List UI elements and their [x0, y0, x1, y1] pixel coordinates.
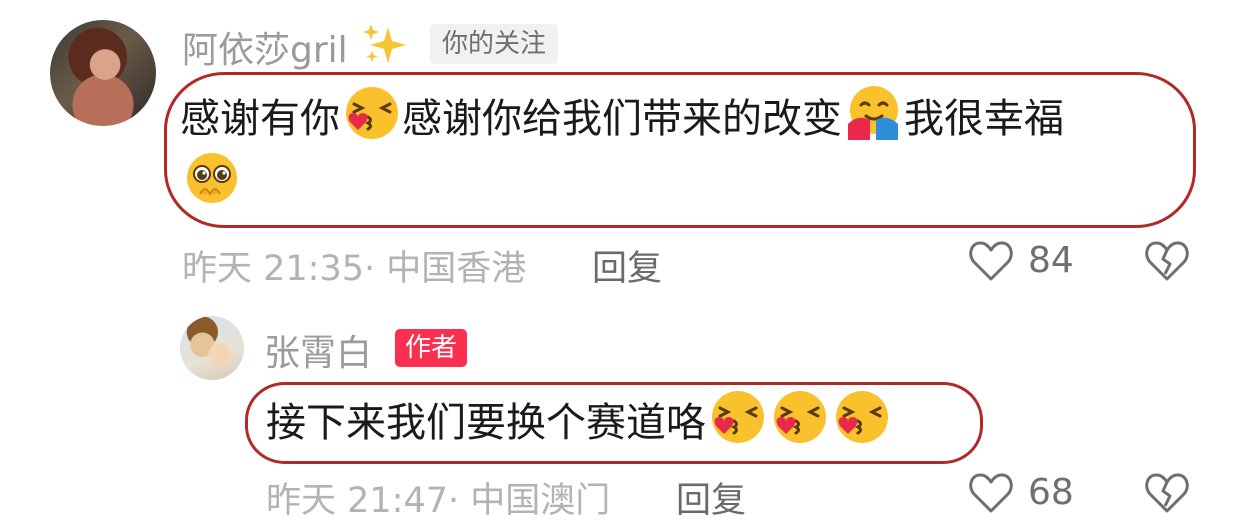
username[interactable]: 阿依莎gril: [182, 21, 348, 73]
like-count: 84: [1028, 240, 1074, 281]
comment-meta: 昨天 21:35· 中国香港: [182, 249, 527, 289]
kissing-heart-emoji-icon: [346, 87, 398, 139]
kissing-heart-emoji-icon: [712, 391, 764, 443]
hugging-face-emoji-icon: [848, 86, 898, 140]
username[interactable]: 张霄白: [264, 324, 372, 376]
pleading-face-emoji-icon: [187, 153, 237, 203]
kissing-heart-emoji-icon: [774, 391, 826, 443]
comment-text-segment: 感谢有你: [180, 96, 340, 142]
comment-text: 接下来我们要换个赛道咯: [266, 388, 892, 456]
comment-text-segment: 我很幸福: [904, 96, 1064, 142]
comment-text: 感谢有你 感谢你给我们带来的改变 我很幸福: [180, 84, 1064, 152]
avatar[interactable]: [180, 316, 244, 380]
heart-icon[interactable]: [968, 239, 1014, 283]
comment-text-line2: [180, 150, 242, 218]
heart-icon[interactable]: [968, 471, 1014, 515]
like-count: 68: [1028, 472, 1074, 513]
reply-button[interactable]: 回复: [592, 240, 662, 291]
avatar[interactable]: [50, 20, 156, 126]
reply-button[interactable]: 回复: [676, 472, 746, 523]
author-badge: 作者: [395, 329, 468, 367]
broken-heart-icon[interactable]: [1144, 471, 1190, 515]
broken-heart-icon[interactable]: [1144, 239, 1190, 283]
kissing-heart-emoji-icon: [836, 391, 888, 443]
comment-text-segment: 接下来我们要换个赛道咯: [266, 400, 706, 446]
following-badge: 你的关注: [430, 24, 559, 64]
sparkles-icon: [363, 24, 406, 63]
comment-text-segment: 感谢你给我们带来的改变: [402, 96, 842, 142]
comment-meta: 昨天 21:47· 中国澳门: [266, 481, 611, 521]
